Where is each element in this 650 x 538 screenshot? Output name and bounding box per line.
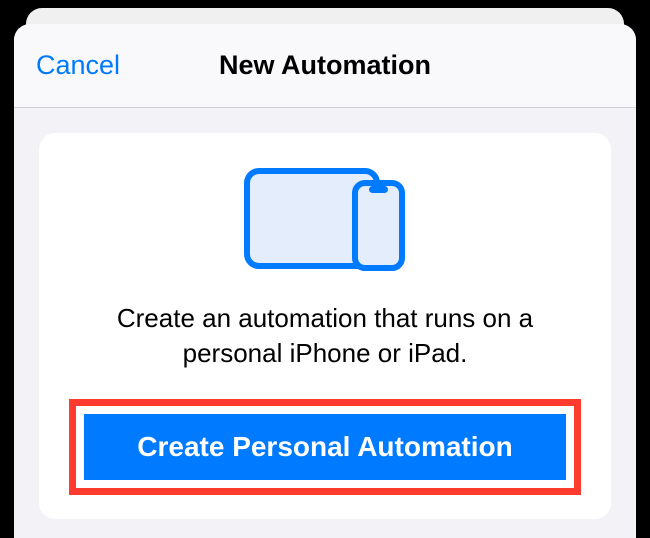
modal-sheet: Cancel New Automation Create an automati… bbox=[14, 24, 636, 538]
personal-automation-card: Create an automation that runs on a pers… bbox=[39, 133, 611, 519]
devices-icon bbox=[69, 165, 581, 273]
highlight-annotation: Create Personal Automation bbox=[69, 399, 581, 495]
card-description: Create an automation that runs on a pers… bbox=[69, 301, 581, 371]
cancel-button[interactable]: Cancel bbox=[36, 50, 120, 81]
header-bar: Cancel New Automation bbox=[14, 24, 636, 108]
create-personal-automation-button[interactable]: Create Personal Automation bbox=[84, 414, 566, 480]
